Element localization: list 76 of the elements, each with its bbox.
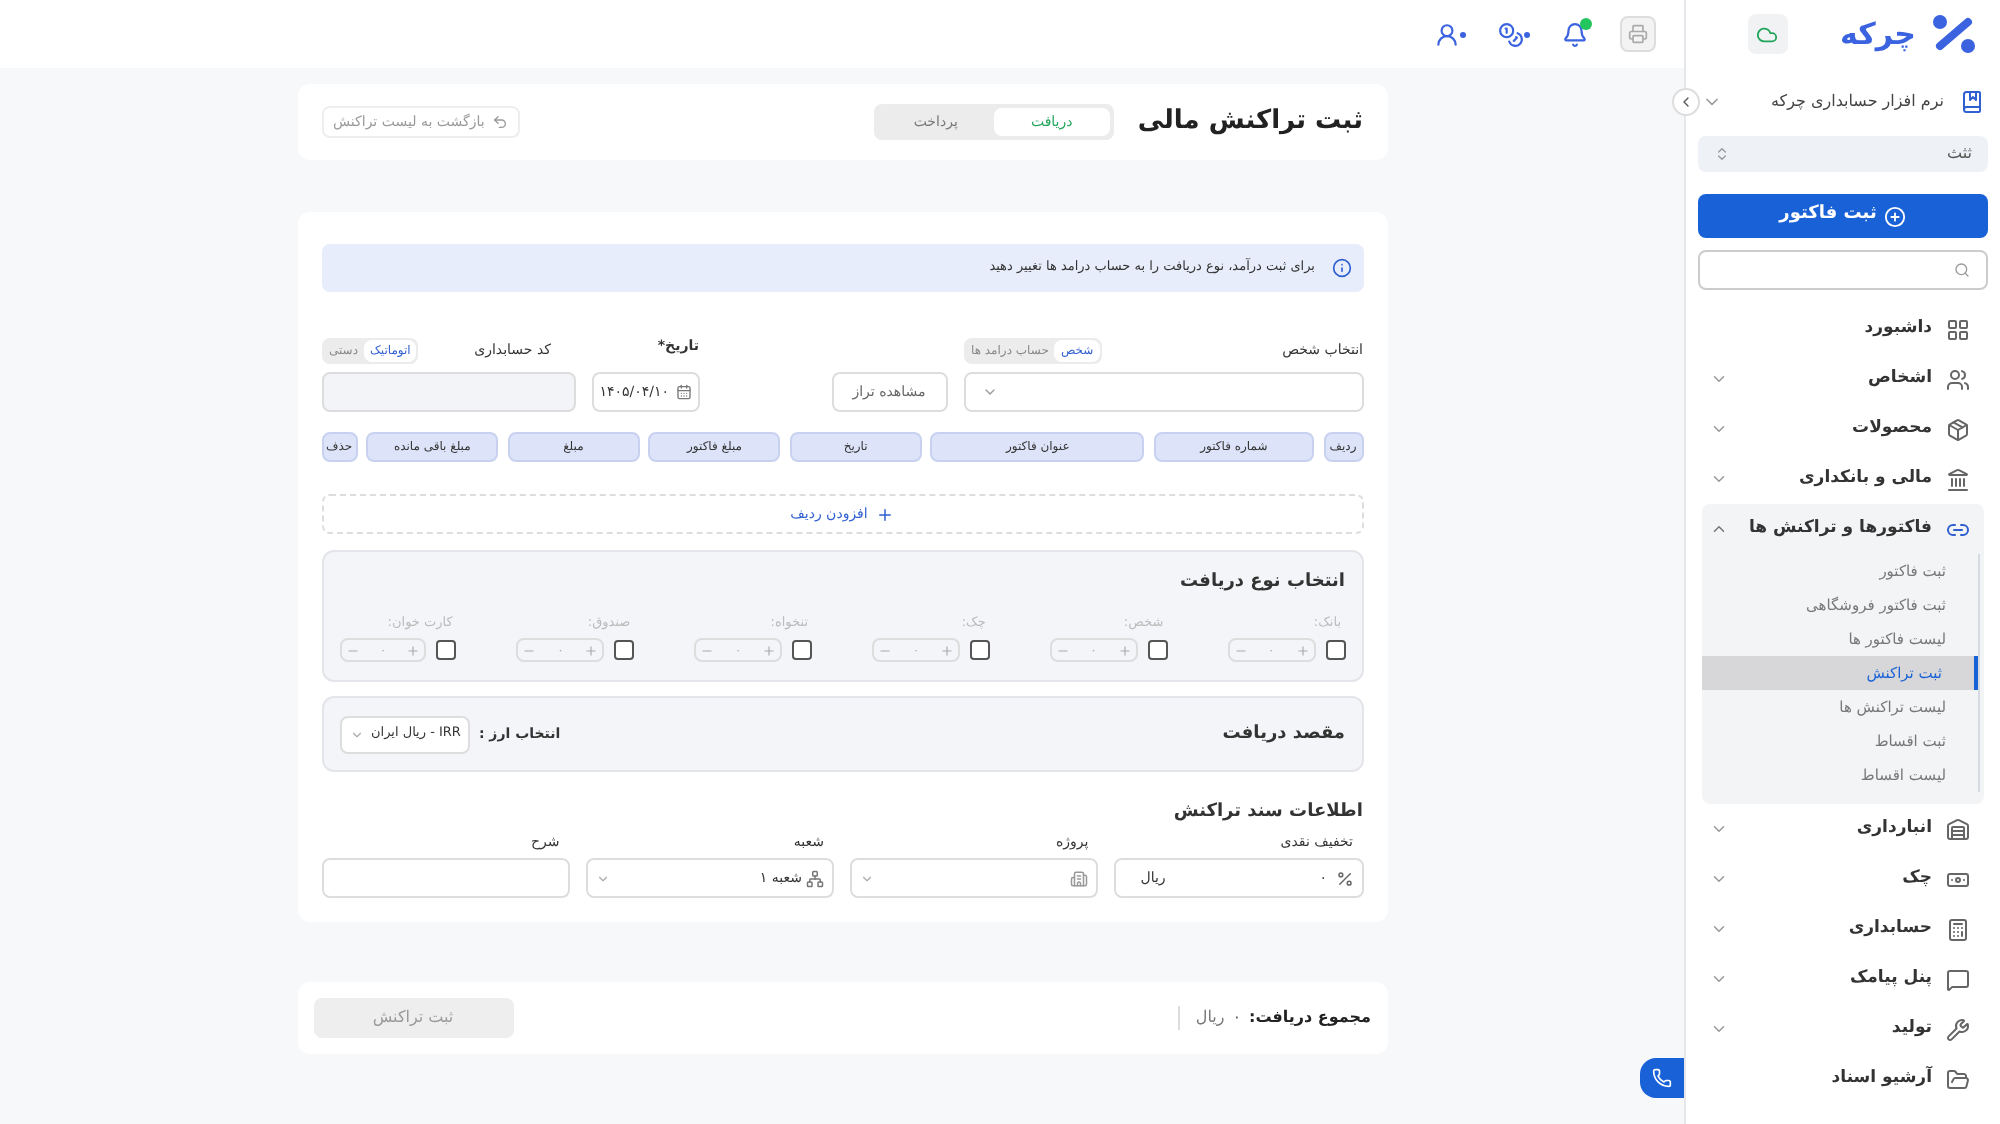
project-select[interactable] [850,858,1099,899]
coins-icon[interactable] [1498,21,1524,47]
calculator-icon [1946,917,1970,941]
brand-name: چرکه [1840,13,1916,56]
call-button[interactable] [1640,1058,1684,1098]
total-label: مجموع دریافت: [1249,1006,1371,1031]
banknote-icon [1946,867,1970,891]
box-icon [1946,417,1970,441]
building-icon [1070,869,1089,888]
sidebar-item[interactable]: تولید [1686,1004,2000,1054]
period-select[interactable]: ثثث [1698,136,1988,172]
info-icon [1331,258,1351,278]
cloud-button[interactable] [1747,14,1788,54]
percent-icon [1335,869,1353,888]
plus-icon[interactable] [939,643,954,658]
section-title: مقصد دریافت [1222,721,1345,747]
total-value: ۰ [1232,1006,1242,1031]
book-icon [1960,90,1984,114]
sidebar-item[interactable]: چک [1686,854,2000,904]
grid-icon [1946,317,1970,341]
back-arrow-icon [492,114,509,130]
plus-circle-icon [1884,205,1907,227]
checkbox[interactable] [969,640,990,661]
chevron-down-icon [860,871,874,886]
plus-icon [875,505,894,523]
folder-icon [1946,1067,1970,1091]
section-title: اطلاعات سند تراکنش [1171,800,1363,827]
chevron-left-icon [1678,94,1694,110]
plus-icon[interactable] [584,643,599,658]
total-unit: ریال [1177,1006,1225,1031]
description-field[interactable] [321,858,570,899]
checkbox[interactable] [614,640,635,661]
bell-icon[interactable] [1562,21,1588,47]
sidebar-item[interactable]: مالی و بانکداری [1686,454,2000,504]
plus-icon[interactable] [406,643,421,658]
company-name: نرم افزار حسابداری چرکه [1770,90,1944,114]
up-down-icon [1714,146,1730,162]
checkbox[interactable] [436,640,457,661]
sidebar-item[interactable]: انبارداری [1686,804,2000,854]
checkbox[interactable] [1147,640,1168,661]
sidebar-item[interactable]: پنل پیامک [1686,954,2000,1004]
plus-icon[interactable] [762,643,777,658]
search-icon [1954,262,1970,278]
page-title: ثبت تراکنش مالی [1137,104,1363,141]
plus-icon[interactable] [1117,643,1132,658]
code-field[interactable] [321,372,575,412]
house-icon [1946,817,1970,841]
tools-icon [1946,1017,1970,1041]
checkbox[interactable] [1325,640,1345,661]
person-select[interactable] [963,372,1363,412]
phone-icon [1652,1068,1672,1088]
message-icon [1946,967,1970,991]
printer-icon [1628,24,1648,44]
section-title: انتخاب نوع دریافت [1178,570,1345,596]
sidebar-item[interactable]: محصولات [1686,404,2000,454]
chevron-down-icon [349,727,363,742]
people-icon [1946,367,1970,391]
sidebar-item[interactable]: داشبورد [1686,304,2000,354]
user-icon[interactable] [1434,21,1460,47]
cloud-icon [1756,23,1779,45]
calendar-icon [675,384,691,400]
logo-icon [1932,14,1976,54]
branch-icon [806,869,824,888]
search-field[interactable] [1698,250,1988,290]
sidebar-item[interactable]: آرشیو اسناد [1686,1054,2000,1104]
sidebar-item[interactable]: حسابداری [1686,904,2000,954]
printer-button[interactable] [1620,16,1656,52]
bank-icon [1946,467,1970,491]
sidebar-item[interactable]: اشخاص [1686,354,2000,404]
sidebar-item[interactable]: فاکتورها و تراکنش ها [1686,504,2000,554]
primary-button[interactable]: ثبت فاکتور [1698,194,1988,238]
chevron-down-icon [595,871,610,886]
collapse-button[interactable] [1672,88,1700,116]
checkbox[interactable] [792,640,813,661]
plus-icon[interactable] [1295,643,1309,658]
chevron-down-icon [981,384,997,400]
